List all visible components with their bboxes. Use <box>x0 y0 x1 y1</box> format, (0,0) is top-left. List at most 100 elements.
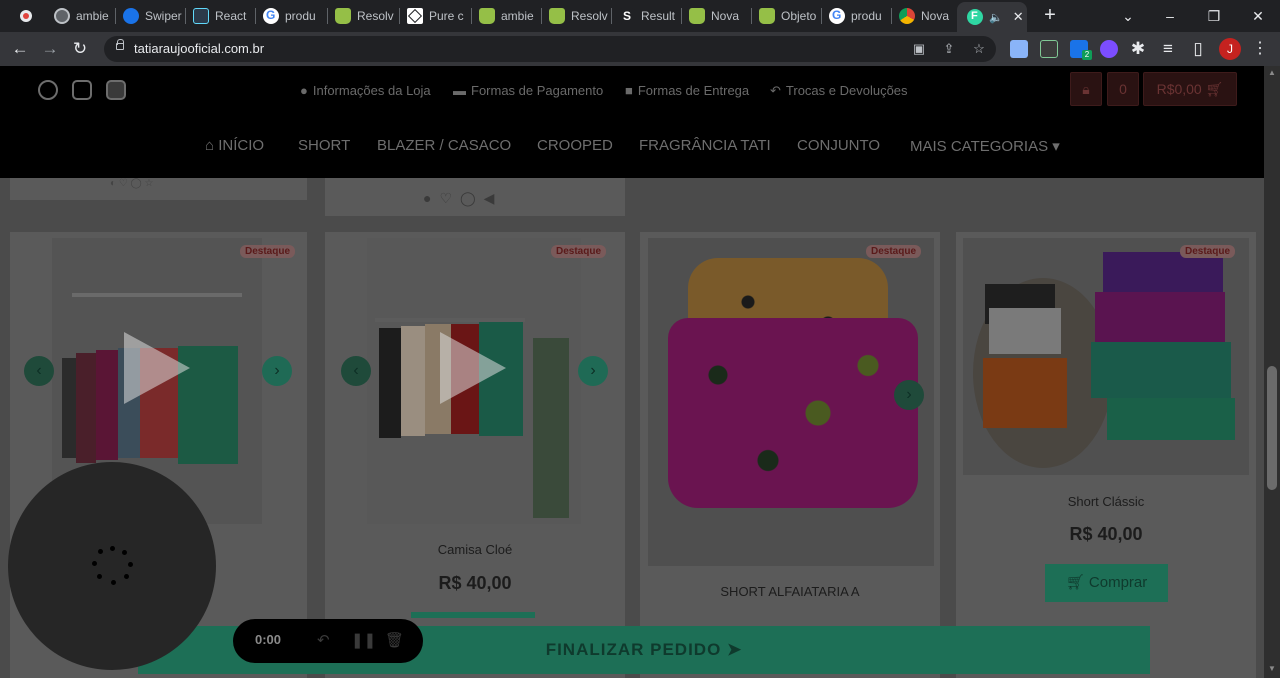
scroll-down-icon[interactable]: ▼ <box>1268 664 1276 673</box>
tab-active[interactable]: 🔈 ✕ <box>957 2 1027 32</box>
speaker-icon[interactable]: 🔈 <box>989 11 1003 24</box>
cart-total: R$0,00 <box>1156 81 1202 97</box>
chevron-down-icon[interactable]: ⌄ <box>1113 4 1143 28</box>
trash-icon[interactable]: 🗑︎ <box>385 631 404 649</box>
product-image[interactable] <box>648 238 934 566</box>
undo-icon: ↶ <box>770 83 781 98</box>
lock-icon <box>116 39 124 50</box>
page-scrollbar[interactable]: ▲ ▼ <box>1264 66 1280 678</box>
tab-9[interactable]: Result <box>613 4 679 28</box>
play-icon[interactable] <box>440 332 506 404</box>
sidepanel-icon[interactable]: ▯ <box>1186 37 1210 61</box>
nav-item-inicio[interactable]: ⌂ INÍCIO <box>205 137 264 154</box>
badge-destaque: Destaque <box>240 245 296 258</box>
product-card[interactable]: Destaque Short Clássic R$ 40,00 🛒︎ Compr… <box>956 232 1256 678</box>
back-icon[interactable]: ← <box>8 37 32 61</box>
buy-button[interactable]: 🛒︎ Comprar <box>1045 564 1168 602</box>
undo-icon[interactable]: ↶ <box>317 631 330 649</box>
product-card[interactable]: Destaque › SHORT ALFAIATARIA A <box>640 232 940 678</box>
media-icon[interactable]: ≡ <box>1156 37 1180 61</box>
info-link-delivery[interactable]: ■ Formas de Entrega <box>625 83 749 98</box>
camera-blocked-icon[interactable]: ▣ <box>910 40 928 58</box>
extension-icon[interactable] <box>1010 40 1028 58</box>
reload-icon[interactable]: ↻ <box>68 37 92 61</box>
tab-title: Objeto <box>781 9 817 23</box>
puzzle-icon[interactable]: ✱ <box>1126 37 1150 61</box>
nav-item-fragrancia[interactable]: FRAGRÂNCIA TATI <box>639 137 771 154</box>
close-tab-icon[interactable]: ✕ <box>1013 9 1024 25</box>
login-lock-button[interactable]: 🔒︎ <box>1070 72 1102 106</box>
cart-count[interactable]: 0 <box>1107 72 1139 106</box>
tab-separator <box>751 8 752 24</box>
tab-5[interactable]: Resolv <box>329 4 397 28</box>
nav-item-short[interactable]: SHORT <box>298 137 350 154</box>
tab-10[interactable]: Nova <box>683 4 749 28</box>
whatsapp-icon[interactable] <box>38 80 58 100</box>
facebook-icon[interactable] <box>106 80 126 100</box>
extension-icon[interactable] <box>1040 40 1058 58</box>
nav-item-conjunto[interactable]: CONJUNTO <box>797 137 880 154</box>
garment <box>62 358 76 458</box>
tab-4[interactable]: produ <box>257 4 325 28</box>
forward-icon[interactable]: → <box>38 37 62 61</box>
tab-2[interactable]: Swiper <box>117 4 183 28</box>
cart-total-button[interactable]: R$0,00 🛒︎ <box>1143 72 1237 106</box>
record-indicator-icon <box>20 10 32 22</box>
checkout-label: FINALIZAR PEDIDO <box>545 640 722 659</box>
carousel-prev-button[interactable]: ‹ <box>341 356 371 386</box>
shopify-icon <box>479 8 495 24</box>
tab-title: produ <box>285 9 316 23</box>
product-name[interactable]: Short Clássic <box>956 494 1256 509</box>
restore-icon[interactable]: ❐ <box>1199 4 1229 28</box>
pause-icon[interactable]: ❚❚ <box>351 631 376 649</box>
spinner-dot <box>97 574 102 579</box>
play-icon[interactable] <box>124 332 190 404</box>
tab-3[interactable]: React <box>187 4 253 28</box>
product-card[interactable]: Destaque ‹ › Camisa Cloé R$ 40,00 <box>325 232 625 678</box>
short-orange <box>983 358 1067 428</box>
scroll-up-icon[interactable]: ▲ <box>1268 68 1276 77</box>
minimize-icon[interactable]: – <box>1155 4 1185 28</box>
new-tab-button[interactable]: + <box>1038 4 1062 28</box>
product-image[interactable] <box>963 238 1249 475</box>
carousel-next-button[interactable]: › <box>894 380 924 410</box>
extension-icon[interactable] <box>1100 40 1118 58</box>
close-window-icon[interactable]: ✕ <box>1243 4 1273 28</box>
carousel-next-button[interactable]: › <box>578 356 608 386</box>
product-card-previous: ●♡◯◀ <box>325 178 625 216</box>
instagram-icon[interactable] <box>72 80 92 100</box>
url-text[interactable]: tatiaraujooficial.com.br <box>134 41 264 56</box>
tab-7[interactable]: ambie <box>473 4 539 28</box>
profile-avatar[interactable]: J <box>1219 38 1241 60</box>
tab-6[interactable]: Pure c <box>401 4 469 28</box>
tab-8[interactable]: Resolv <box>543 4 609 28</box>
shopify-icon <box>759 8 775 24</box>
nav-item-crooped[interactable]: CROOPED <box>537 137 613 154</box>
scrollbar-thumb[interactable] <box>1267 366 1277 490</box>
web-page: ● Informações da Loja ▬ Formas de Pagament… <box>0 66 1264 678</box>
recorder-controls: 0:00 ↶ ❚❚ 🗑︎ <box>233 619 423 663</box>
nav-item-blazer[interactable]: BLAZER / CASACO <box>377 137 511 154</box>
carousel-prev-button[interactable]: ‹ <box>24 356 54 386</box>
info-link-payment[interactable]: ▬ Formas de Pagamento <box>453 83 603 98</box>
spinner-dot <box>110 546 115 551</box>
share-icon[interactable]: ⇪ <box>940 40 958 58</box>
info-link-returns[interactable]: ↶ Trocas e Devoluções <box>770 83 908 99</box>
nav-item-mais-categorias[interactable]: MAIS CATEGORIAS ▾ <box>910 137 1060 155</box>
product-price: R$ 40,00 <box>1069 524 1143 544</box>
tab-title: React <box>215 9 247 23</box>
product-name[interactable]: Camisa Cloé <box>325 542 625 557</box>
tab-12[interactable]: produ <box>823 4 889 28</box>
carousel-next-button[interactable]: › <box>262 356 292 386</box>
buy-button[interactable] <box>411 612 535 618</box>
bookmark-star-icon[interactable]: ☆ <box>970 40 988 58</box>
menu-kebab-icon[interactable]: ⋮ <box>1252 38 1268 60</box>
product-name[interactable]: SHORT ALFAIATARIA A <box>640 584 940 599</box>
tab-separator <box>681 8 682 24</box>
tab-1[interactable]: ambie <box>48 4 112 28</box>
info-link-store[interactable]: ● Informações da Loja <box>300 83 431 98</box>
tab-11[interactable]: Objeto <box>753 4 819 28</box>
tab-13[interactable]: Nova <box>893 4 955 28</box>
address-bar[interactable]: tatiaraujooficial.com.br ▣ ⇪ ☆ <box>104 36 996 62</box>
info-link-label: Formas de Entrega <box>637 83 750 98</box>
